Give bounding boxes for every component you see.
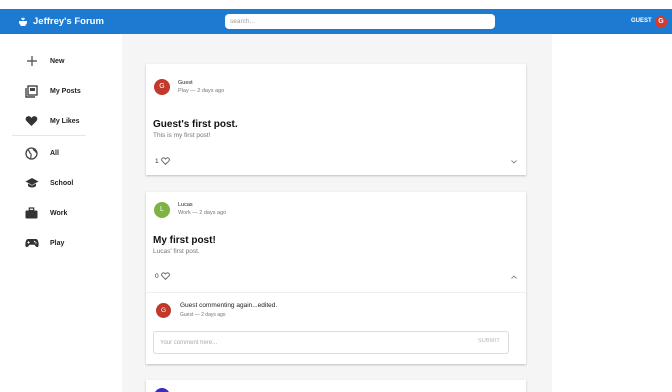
comments-section: G Guest commenting again...edited. Guest…: [146, 292, 526, 364]
expand-comments-button[interactable]: [509, 157, 519, 167]
brand[interactable]: Jeffrey's Forum: [18, 9, 104, 34]
comment-input[interactable]: [160, 337, 460, 349]
sidebar: New My Posts My Likes All School Work Pl…: [0, 34, 122, 392]
sidebar-item-work[interactable]: Work: [0, 201, 122, 225]
school-icon: [24, 176, 39, 191]
sidebar-item-label: All: [50, 149, 59, 157]
chevron-down-icon: [511, 160, 517, 164]
post-author[interactable]: Lucas: [178, 202, 193, 208]
post-meta: Work — 2 days ago: [178, 210, 227, 216]
search-input[interactable]: [225, 14, 495, 29]
heart-outline-icon: [160, 157, 170, 165]
post-author-avatar[interactable]: [154, 388, 170, 392]
post-card: G Guest Play — 2 days ago Guest's first …: [146, 64, 526, 175]
sidebar-item-label: Play: [50, 239, 65, 247]
sidebar-item-label: Work: [50, 209, 68, 217]
sidebar-item-label: New: [50, 57, 65, 65]
sidebar-item-label: School: [50, 179, 74, 187]
like-button[interactable]: 1: [155, 157, 170, 165]
like-count: 1: [155, 157, 159, 165]
post-card: L Lucas Work — 2 days ago My first post!…: [146, 192, 526, 364]
sidebar-item-new[interactable]: New: [0, 49, 122, 73]
forum-logo-icon: [18, 16, 29, 27]
like-button[interactable]: 0: [155, 272, 170, 280]
globe-icon: [24, 146, 39, 161]
sidebar-item-school[interactable]: School: [0, 171, 122, 195]
user-label[interactable]: GUEST: [631, 9, 652, 34]
sidebar-item-my-posts[interactable]: My Posts: [0, 79, 122, 103]
comment-text: Guest commenting again...edited.: [180, 302, 278, 309]
heart-icon: [24, 114, 39, 129]
comment-author-avatar[interactable]: G: [156, 303, 171, 318]
sidebar-item-label: My Posts: [50, 87, 81, 95]
post-title[interactable]: My first post!: [153, 235, 216, 246]
chevron-up-icon: [511, 275, 517, 279]
post-card: [146, 380, 526, 392]
user-avatar[interactable]: G: [655, 16, 667, 28]
comment-form: SUBMIT: [153, 331, 509, 354]
post-author[interactable]: Guest: [178, 80, 193, 86]
post-author-avatar[interactable]: L: [154, 202, 170, 218]
collapse-comments-button[interactable]: [509, 272, 519, 282]
briefcase-icon: [24, 206, 39, 221]
app-bar: Jeffrey's Forum GUEST G: [0, 9, 672, 34]
gamepad-icon: [24, 236, 39, 251]
like-count: 0: [155, 272, 159, 280]
submit-comment-button[interactable]: SUBMIT: [478, 338, 500, 344]
sidebar-item-play[interactable]: Play: [0, 231, 122, 255]
post-title[interactable]: Guest's first post.: [153, 119, 238, 130]
brand-title: Jeffrey's Forum: [33, 16, 104, 27]
sidebar-divider: [12, 135, 86, 136]
sidebar-item-my-likes[interactable]: My Likes: [0, 109, 122, 133]
comment-meta: Guest — 2 days ago: [180, 312, 226, 318]
post-body: Lucas' first post.: [153, 248, 200, 255]
heart-outline-icon: [160, 272, 170, 280]
posts-icon: [24, 84, 39, 99]
post-body: This is my first post!: [153, 132, 211, 139]
sidebar-item-label: My Likes: [50, 117, 80, 125]
sidebar-item-all[interactable]: All: [0, 141, 122, 165]
post-meta: Play — 2 days ago: [178, 88, 225, 94]
plus-icon: [24, 54, 39, 69]
post-author-avatar[interactable]: G: [154, 79, 170, 95]
